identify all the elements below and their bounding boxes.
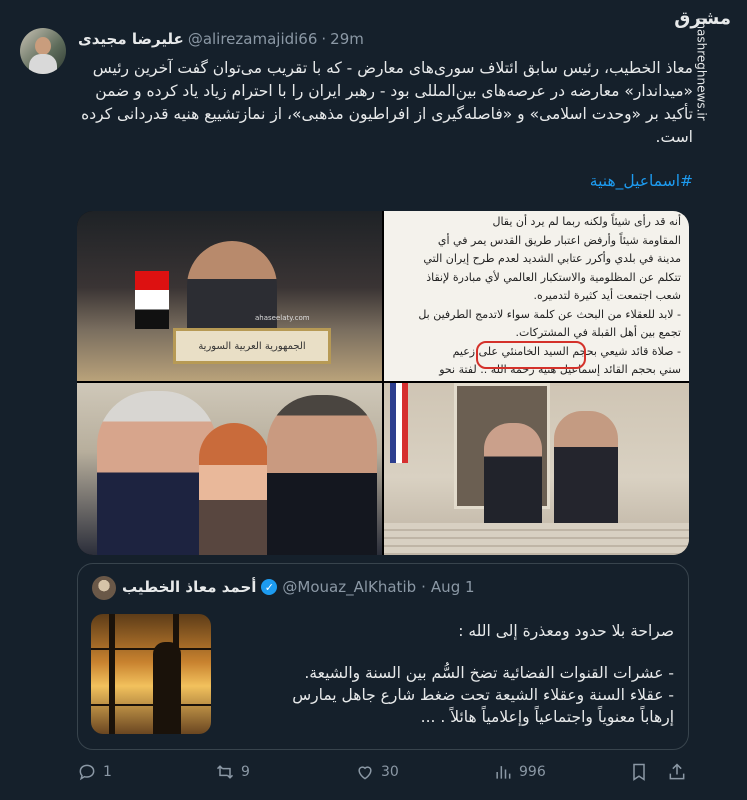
photo-meeting-group[interactable] — [77, 383, 382, 555]
stairs — [384, 523, 689, 555]
retweet-icon — [216, 765, 234, 779]
photo-watermark: ahaseelaty.com — [255, 314, 310, 322]
share-icon — [669, 763, 685, 780]
verified-badge-icon: ✓ — [261, 579, 278, 595]
bookmark-icon — [633, 763, 645, 781]
like-icon — [358, 766, 372, 780]
author-name[interactable]: علیرضا مجیدی — [78, 30, 184, 48]
quote-text: صراحة بلا حدود ومعذرة إلى الله : - عشرات… — [292, 622, 674, 726]
quote-separator: · — [421, 578, 426, 596]
quote-author-name[interactable]: أحمد معاذ الخطيب — [122, 578, 256, 596]
header-separator: · — [321, 30, 327, 48]
share-button[interactable] — [667, 762, 687, 782]
reply-icon — [79, 764, 95, 781]
mashregh-watermark: مشرق mashreghnews.ir — [674, 8, 733, 121]
reply-button[interactable]: 1 — [77, 762, 112, 782]
person-center — [199, 423, 269, 555]
views-icon — [496, 766, 511, 779]
quoted-tweet[interactable]: أحمد معاذ الخطيب ✓ @Mouaz_AlKhatib · Aug… — [77, 563, 689, 750]
quote-thumbnail-image[interactable] — [91, 614, 211, 734]
photo-handshake[interactable] — [384, 383, 689, 555]
retweet-button[interactable]: 9 — [215, 762, 250, 782]
tweet-text: معاذ الخطیب، رئیس سابق ائتلاف سوری‌های م… — [81, 59, 693, 146]
media-grid: الجمهورية العربية السورية ahaseelaty.com… — [77, 211, 689, 555]
photo-document-text[interactable]: أنه قد رأى شيئاً ولكنه ربما لم يرد أن يق… — [384, 211, 689, 381]
tweet-timestamp[interactable]: 29m — [330, 30, 364, 48]
action-bar: 1 9 30 996 — [77, 762, 689, 788]
red-highlight-circle — [476, 341, 586, 369]
photo-conference[interactable]: الجمهورية العربية السورية ahaseelaty.com — [77, 211, 382, 381]
speaker-figure — [187, 241, 277, 341]
syrian-opposition-flag — [135, 271, 169, 329]
author-handle[interactable]: @alirezamajidi66 — [188, 30, 318, 48]
raised-hand — [153, 642, 181, 734]
like-button[interactable]: 30 — [355, 762, 399, 782]
tweet-header: علیرضا مجیدی @alirezamajidi66 · 29m — [78, 30, 364, 48]
quote-author-handle[interactable]: @Mouaz_AlKhatib — [282, 578, 416, 596]
quote-author-avatar[interactable] — [92, 576, 116, 600]
bookmark-button[interactable] — [629, 762, 649, 782]
quote-header: أحمد معاذ الخطيب ✓ @Mouaz_AlKhatib · Aug… — [122, 578, 674, 596]
author-avatar[interactable] — [20, 28, 66, 74]
french-flag — [390, 383, 408, 463]
hashtag-link[interactable]: #اسماعیل_هنیة — [78, 172, 693, 190]
quote-timestamp[interactable]: Aug 1 — [431, 578, 475, 596]
person-right — [267, 395, 377, 555]
mashregh-site-url: mashreghnews.ir — [694, 17, 709, 121]
nameplate-sign: الجمهورية العربية السورية — [173, 328, 331, 364]
views-button[interactable]: 996 — [493, 762, 546, 782]
